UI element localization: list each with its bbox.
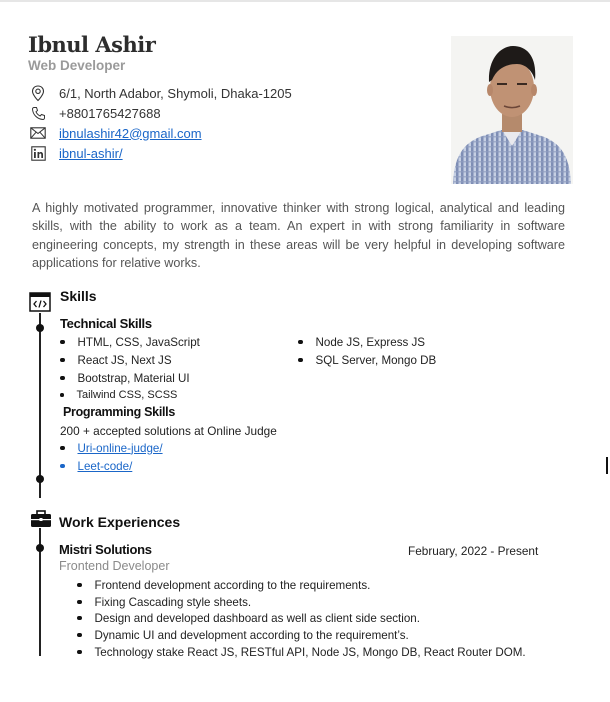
list-item: Dynamic UI and development according to … (77, 627, 409, 643)
programming-skills-title: Programming Skills (63, 405, 175, 419)
list-item: Design and developed dashboard as well a… (77, 610, 420, 626)
list-item: Tailwind CSS, SCSS (60, 387, 177, 403)
company-name: Mistri Solutions (59, 542, 152, 557)
technical-skills-title: Technical Skills (60, 316, 152, 331)
timeline-dot (36, 324, 44, 332)
code-window-icon (29, 292, 51, 312)
text-cursor (606, 457, 608, 474)
timeline-dot (36, 475, 44, 483)
location-icon (28, 84, 48, 102)
contact-linkedin[interactable]: ibnul-ashir/ (28, 144, 123, 162)
list-item: Fixing Cascading style sheets. (77, 594, 251, 610)
candidate-name: Ibnul Ashir (28, 32, 156, 57)
uri-judge-link[interactable]: Uri-online-judge/ (78, 442, 163, 455)
online-judge-text: 200 + accepted solutions at Online Judge (60, 424, 277, 438)
candidate-role: Web Developer (28, 58, 126, 73)
skills-timeline-line (39, 313, 41, 498)
work-section-title: Work Experiences (59, 514, 181, 530)
briefcase-icon (30, 510, 52, 530)
leetcode-link-item[interactable]: Leet-code/ (60, 458, 132, 474)
list-item: Node JS, Express JS (298, 334, 425, 350)
phone-icon (28, 104, 48, 122)
list-item: SQL Server, Mongo DB (298, 352, 436, 368)
linkedin-icon (28, 144, 48, 162)
list-item: HTML, CSS, JavaScript (60, 334, 200, 350)
linkedin-link[interactable]: ibnul-ashir/ (59, 146, 123, 161)
address-text: 6/1, North Adabor, Shymoli, Dhaka-1205 (59, 85, 292, 101)
profile-summary: A highly motivated programmer, innovativ… (32, 201, 565, 270)
contact-email[interactable]: ibnulashir42@gmail.com (28, 124, 202, 142)
skills-section-title: Skills (60, 288, 97, 304)
email-icon (28, 124, 48, 142)
email-link[interactable]: ibnulashir42@gmail.com (59, 126, 202, 141)
profile-photo (451, 36, 573, 184)
leetcode-link[interactable]: Leet-code/ (78, 460, 133, 473)
list-item: React JS, Next JS (60, 352, 172, 368)
list-item: Bootstrap, Material UI (60, 370, 190, 386)
list-item: Technology stake React JS, RESTful API, … (77, 644, 526, 660)
list-item: Frontend development according to the re… (77, 577, 370, 593)
job-date: February, 2022 - Present (408, 544, 539, 558)
contact-phone: +8801765427688 (28, 104, 161, 122)
job-position: Frontend Developer (59, 559, 170, 573)
uri-judge-link-item[interactable]: Uri-online-judge/ (60, 440, 163, 456)
contact-address: 6/1, North Adabor, Shymoli, Dhaka-1205 (28, 84, 292, 102)
phone-text: +8801765427688 (59, 105, 161, 121)
timeline-dot (36, 544, 44, 552)
page-top-border (0, 0, 610, 2)
